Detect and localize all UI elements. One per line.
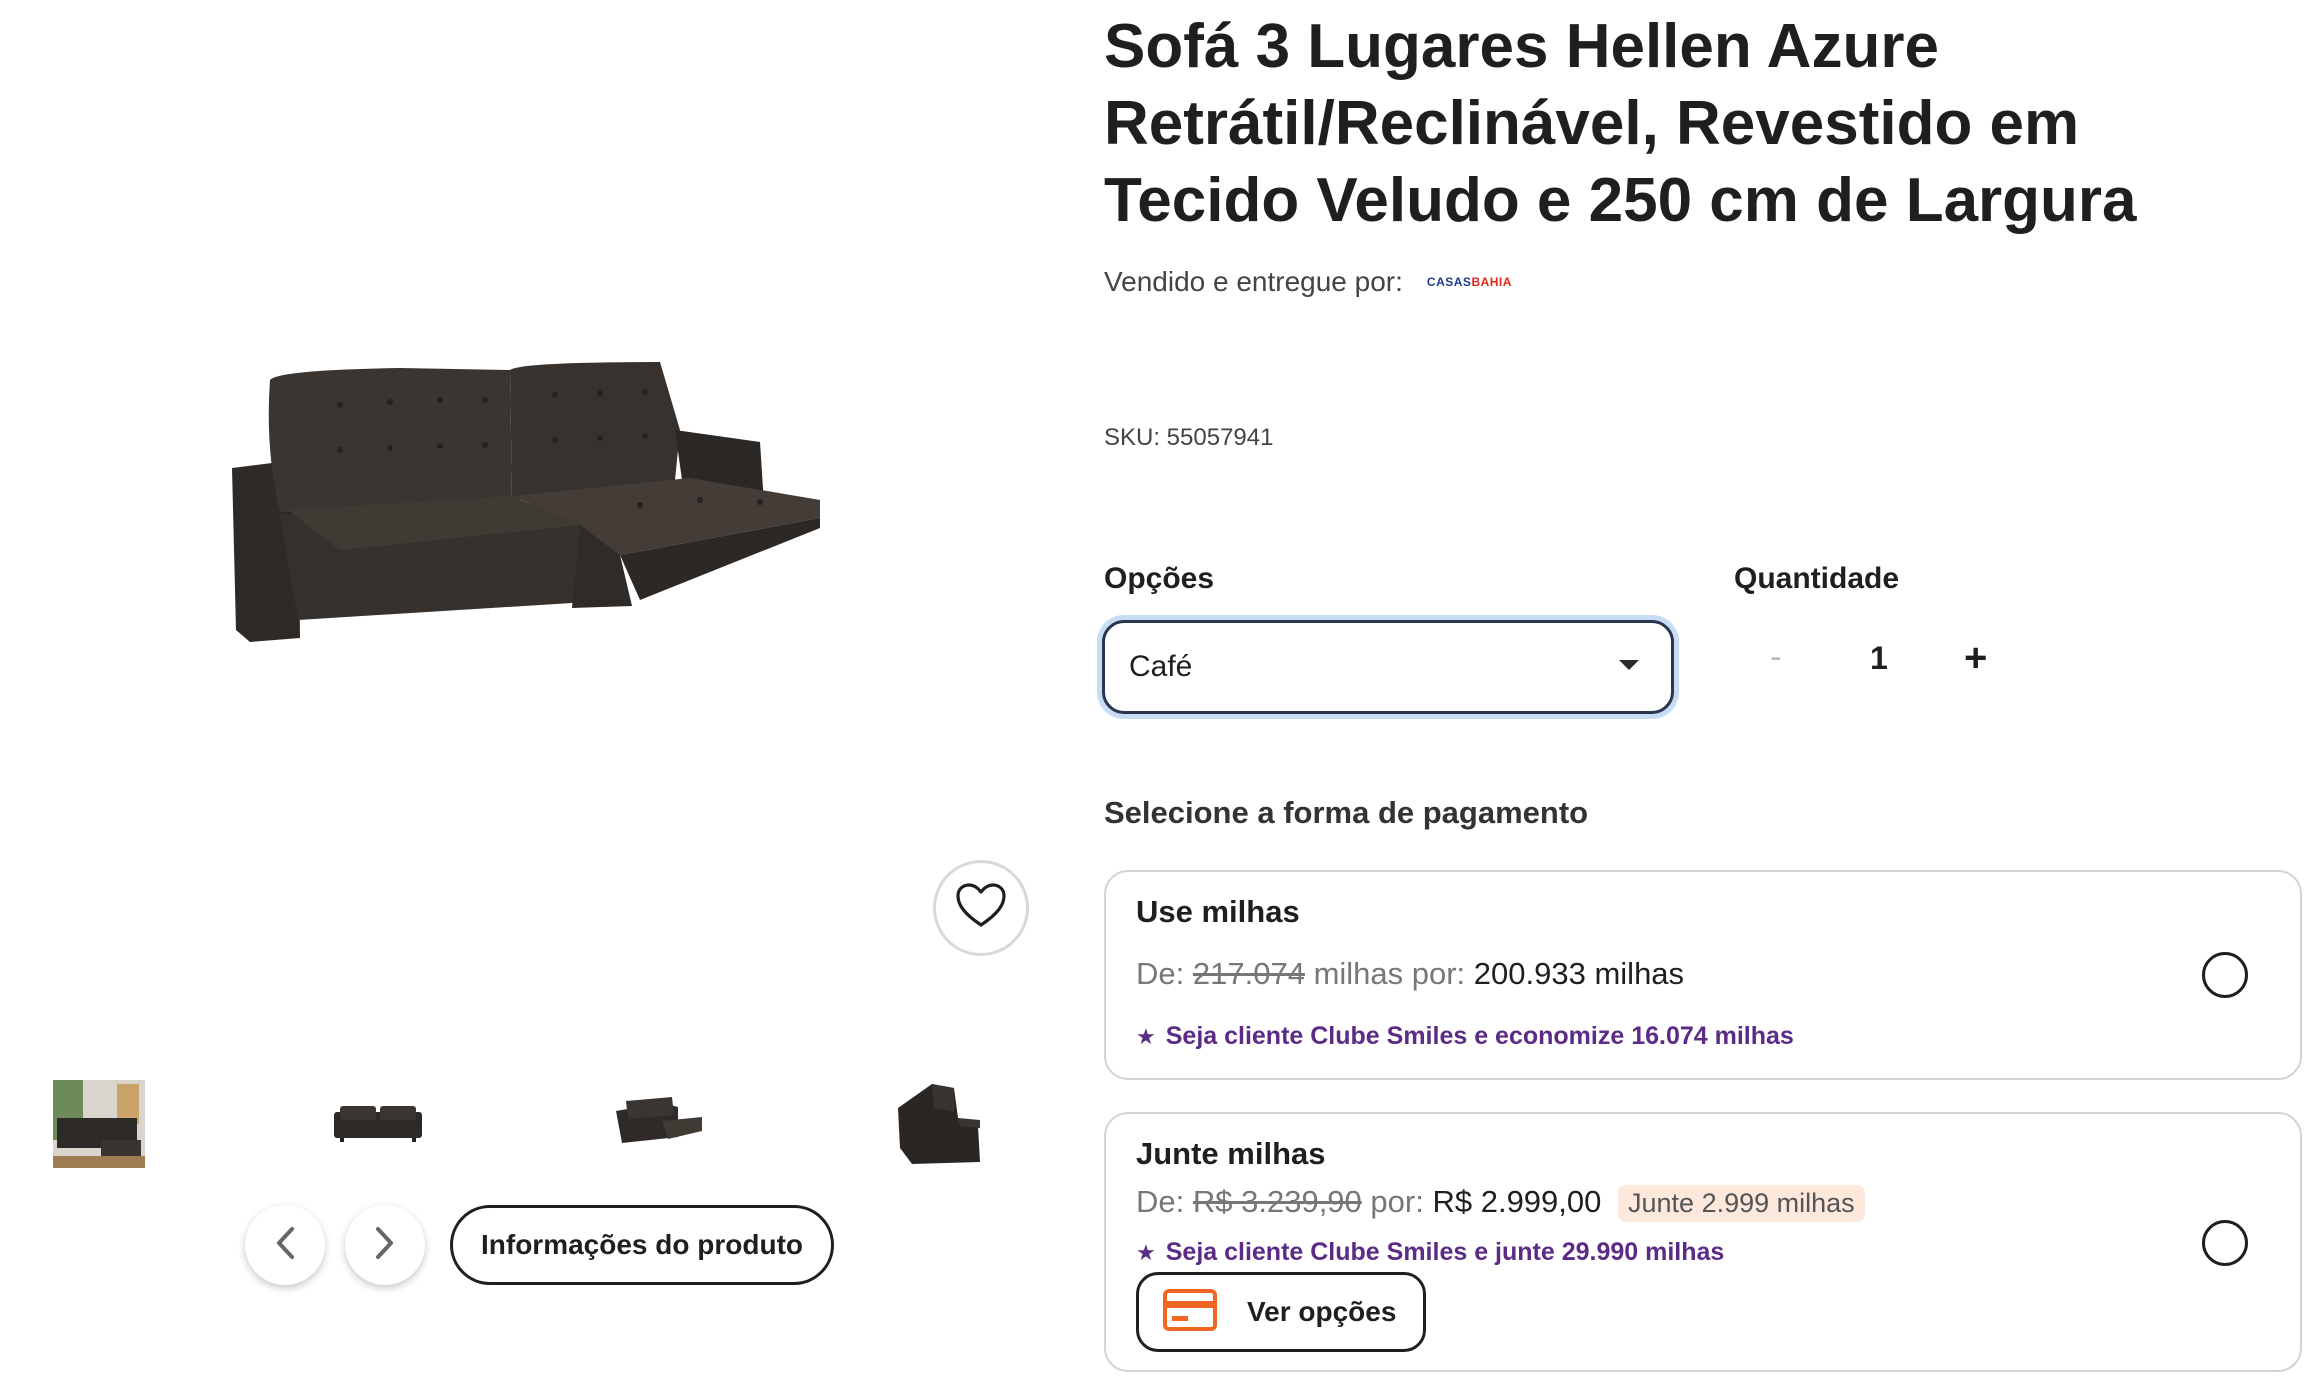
star-icon: ★ — [1136, 1239, 1156, 1265]
earn-miles-old-price: R$ 3.239,90 — [1192, 1184, 1362, 1219]
thumbnail-1[interactable] — [53, 1078, 145, 1170]
quantity-increase-button[interactable]: + — [1964, 636, 1987, 681]
options-select[interactable]: Café — [1102, 620, 1674, 714]
seller-info: Vendido e entregue por: CASASBAHIA — [1104, 266, 1512, 298]
use-miles-old-value: 217.074 — [1192, 956, 1305, 991]
earn-miles-price: De: R$ 3.239,90 por: R$ 2.999,00 Junte 2… — [1136, 1184, 1865, 1222]
product-info-button[interactable]: Informações do produto — [450, 1205, 834, 1285]
earn-miles-promo: ★ Seja cliente Clube Smiles e junte 29.9… — [1136, 1238, 1725, 1266]
quantity-label: Quantidade — [1734, 562, 1900, 595]
earn-miles-new-price: R$ 2.999,00 — [1432, 1184, 1602, 1219]
seller-label: Vendido e entregue por: — [1104, 266, 1403, 297]
thumbnail-4[interactable] — [892, 1078, 984, 1170]
earn-miles-radio[interactable] — [2202, 1220, 2248, 1266]
sku-text: SKU: 55057941 — [1104, 424, 1274, 451]
credit-card-icon — [1163, 1288, 1217, 1336]
options-selected-value: Café — [1129, 650, 1193, 683]
next-image-button[interactable] — [345, 1205, 425, 1285]
heart-icon — [955, 882, 1007, 934]
favorite-button[interactable] — [933, 860, 1029, 956]
view-options-label: Ver opções — [1247, 1296, 1397, 1327]
use-miles-title: Use milhas — [1136, 894, 1300, 929]
earn-miles-title: Junte milhas — [1136, 1136, 1326, 1171]
thumbnail-3[interactable] — [612, 1078, 704, 1170]
previous-image-button[interactable] — [245, 1205, 325, 1285]
chevron-right-icon — [373, 1225, 397, 1266]
star-icon: ★ — [1136, 1023, 1156, 1049]
payment-heading: Selecione a forma de pagamento — [1104, 795, 1589, 830]
payment-option-earn-miles[interactable]: Junte milhas De: R$ 3.239,90 por: R$ 2.9… — [1104, 1112, 2302, 1372]
thumbnail-2[interactable] — [332, 1078, 424, 1170]
use-miles-new-value: 200.933 milhas — [1473, 956, 1685, 991]
use-miles-promo: ★ Seja cliente Clube Smiles e economize … — [1136, 1022, 1794, 1050]
payment-option-use-miles[interactable]: Use milhas De: 217.074 milhas por: 200.9… — [1104, 870, 2302, 1080]
quantity-decrease-button[interactable]: - — [1770, 638, 1781, 677]
product-title: Sofá 3 Lugares Hellen Azure Retrátil/Rec… — [1104, 12, 2137, 235]
earn-miles-badge: Junte 2.999 milhas — [1618, 1185, 1865, 1222]
seller-logo[interactable]: CASASBAHIA — [1427, 275, 1512, 289]
caret-down-icon — [1617, 658, 1641, 677]
use-miles-radio[interactable] — [2202, 952, 2248, 998]
quantity-value: 1 — [1870, 640, 1888, 676]
chevron-left-icon — [273, 1225, 297, 1266]
use-miles-price: De: 217.074 milhas por: 200.933 milhas — [1136, 956, 1685, 991]
options-label: Opções — [1104, 562, 1215, 595]
main-product-image[interactable] — [220, 350, 820, 650]
view-options-button[interactable]: Ver opções — [1136, 1272, 1426, 1352]
